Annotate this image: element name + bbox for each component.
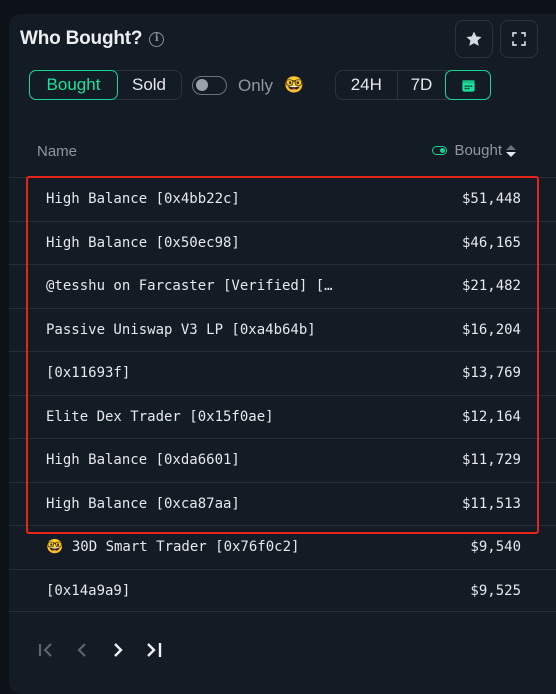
row-name: @tesshu on Farcaster [Verified] [… bbox=[46, 278, 333, 294]
row-name: Elite Dex Trader [0x15f0ae] bbox=[46, 408, 274, 425]
sort-icon[interactable] bbox=[506, 144, 516, 157]
row-name: Passive Uniswap V3 LP [0xa4b64b] bbox=[46, 321, 316, 338]
toggle-pill-icon[interactable] bbox=[432, 146, 448, 155]
column-header-bought[interactable]: Bought bbox=[432, 142, 516, 159]
range-custom-date[interactable] bbox=[445, 70, 491, 100]
row-name: [0x14a9a9] bbox=[46, 582, 131, 599]
column-header-bought-label: Bought bbox=[454, 142, 502, 159]
table-row[interactable]: High Balance [0xda6601] $11,729 bbox=[9, 438, 556, 482]
panel-header: Who Bought? i bbox=[20, 28, 165, 50]
row-value: $46,165 bbox=[461, 234, 521, 251]
row-name: 🤓 30D Smart Trader [0x76f0c2] bbox=[46, 539, 300, 555]
tab-sold[interactable]: Sold bbox=[117, 71, 181, 99]
tab-bought[interactable]: Bought bbox=[29, 70, 118, 100]
row-value: $11,513 bbox=[461, 495, 521, 512]
table-row[interactable]: High Balance [0x4bb22c] $51,448 bbox=[9, 177, 556, 221]
previous-page-icon[interactable] bbox=[72, 640, 92, 664]
calendar-icon bbox=[462, 79, 475, 92]
pagination bbox=[36, 640, 164, 664]
row-value: $51,448 bbox=[461, 191, 521, 207]
nerd-emoji-icon: 🤓 bbox=[284, 77, 304, 94]
row-name: [0x11693f] bbox=[46, 365, 131, 381]
table-row[interactable]: High Balance [0xca87aa] $11,513 bbox=[9, 481, 556, 526]
range-7d[interactable]: 7D bbox=[398, 71, 447, 99]
fullscreen-icon bbox=[512, 32, 526, 46]
table-row[interactable]: High Balance [0x50ec98] $46,165 bbox=[9, 220, 556, 265]
row-name: High Balance [0x4bb22c] bbox=[46, 191, 240, 207]
panel-title: Who Bought? bbox=[20, 28, 143, 49]
star-icon bbox=[466, 31, 482, 46]
row-value: $16,204 bbox=[461, 321, 521, 338]
table-row[interactable]: Elite Dex Trader [0x15f0ae] $12,164 bbox=[9, 394, 556, 439]
table-row[interactable]: @tesshu on Farcaster [Verified] [… $21,48… bbox=[9, 264, 556, 308]
table-row[interactable]: [0x14a9a9] $9,525 bbox=[9, 568, 556, 612]
row-name: High Balance [0x50ec98] bbox=[46, 234, 240, 251]
row-value: $13,769 bbox=[461, 365, 521, 381]
fullscreen-button[interactable] bbox=[500, 20, 538, 58]
first-page-icon[interactable] bbox=[36, 640, 56, 664]
only-filter-label: Only bbox=[238, 76, 273, 95]
next-page-icon[interactable] bbox=[108, 640, 128, 664]
row-name: High Balance [0xca87aa] bbox=[46, 495, 240, 512]
toggle-knob bbox=[196, 79, 208, 91]
row-value: $21,482 bbox=[461, 278, 521, 294]
buy-sell-tabs: Bought Sold bbox=[29, 70, 182, 100]
table-row[interactable]: Passive Uniswap V3 LP [0xa4b64b] $16,204 bbox=[9, 307, 556, 352]
info-icon[interactable]: i bbox=[149, 31, 165, 47]
row-value: $9,540 bbox=[470, 539, 521, 555]
table-row[interactable]: 🤓 30D Smart Trader [0x76f0c2] $9,540 bbox=[9, 525, 556, 569]
column-header-name[interactable]: Name bbox=[37, 143, 77, 160]
favorite-button[interactable] bbox=[455, 20, 493, 58]
time-range-tabs: 24H 7D bbox=[335, 70, 491, 100]
row-value: $12,164 bbox=[461, 408, 521, 425]
row-name: High Balance [0xda6601] bbox=[46, 452, 240, 468]
table-row[interactable]: [0x11693f] $13,769 bbox=[9, 351, 556, 395]
range-24h[interactable]: 24H bbox=[336, 71, 398, 99]
buyers-table: High Balance [0x4bb22c] $51,448 High Bala… bbox=[9, 177, 556, 612]
row-value: $9,525 bbox=[470, 582, 521, 599]
row-value: $11,729 bbox=[461, 452, 521, 468]
last-page-icon[interactable] bbox=[144, 640, 164, 664]
only-filter-toggle[interactable] bbox=[192, 76, 227, 95]
